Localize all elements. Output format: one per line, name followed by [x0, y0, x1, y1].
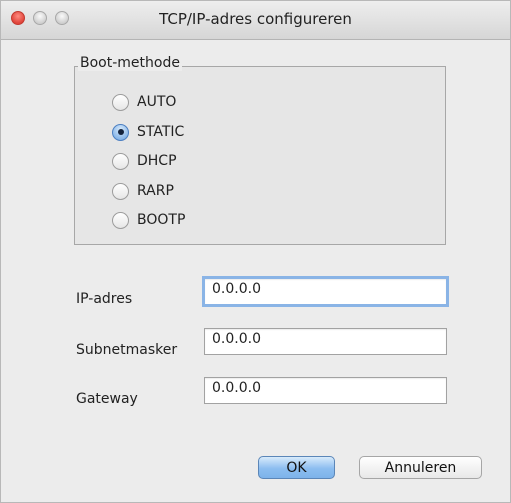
gateway-input[interactable]: 0.0.0.0 — [204, 377, 447, 404]
cancel-button[interactable]: Annuleren — [359, 456, 482, 479]
title-bar[interactable]: TCP/IP-adres configureren — [1, 1, 510, 40]
radio-dot-icon — [117, 129, 124, 135]
radio-circle-icon — [112, 211, 129, 229]
radio-circle-icon — [112, 182, 129, 200]
ip-address-input[interactable]: 0.0.0.0 — [202, 276, 449, 307]
radio-bootp[interactable]: BOOTP — [112, 209, 185, 231]
radio-label-bootp: BOOTP — [137, 212, 186, 228]
radio-label-rarp: RARP — [137, 183, 174, 199]
radio-label-auto: AUTO — [137, 94, 177, 110]
subnet-mask-label: Subnetmasker — [76, 342, 178, 358]
radio-label-dhcp: DHCP — [137, 153, 177, 169]
ip-address-label: IP-adres — [76, 291, 133, 307]
radio-circle-selected-icon — [112, 123, 129, 141]
gateway-label: Gateway — [76, 391, 138, 407]
dialog-window: TCP/IP-adres configureren Boot-methode A… — [0, 0, 511, 503]
radio-static[interactable]: STATIC — [112, 121, 184, 143]
radio-dhcp[interactable]: DHCP — [112, 150, 177, 172]
boot-method-legend: Boot-methode — [78, 55, 182, 71]
radio-circle-icon — [112, 93, 129, 111]
window-title: TCP/IP-adres configureren — [159, 10, 352, 28]
subnet-mask-input[interactable]: 0.0.0.0 — [204, 328, 447, 355]
radio-auto[interactable]: AUTO — [112, 91, 176, 113]
radio-label-static: STATIC — [137, 124, 185, 140]
radio-circle-icon — [112, 152, 129, 170]
radio-rarp[interactable]: RARP — [112, 180, 174, 202]
ok-button[interactable]: OK — [258, 456, 335, 479]
